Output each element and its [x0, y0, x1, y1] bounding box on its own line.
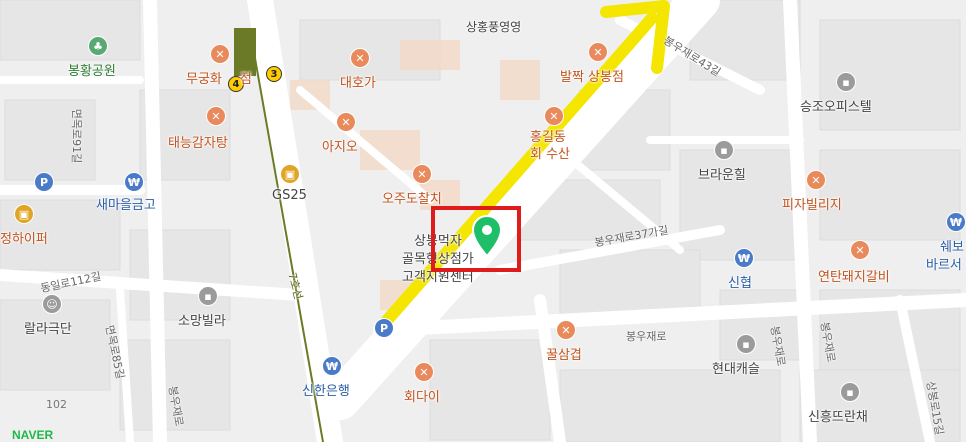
poi-swebo-2[interactable]: 바르서 [926, 254, 962, 273]
restaurant-icon[interactable]: ✕ [544, 106, 564, 126]
bank-icon[interactable]: ₩ [946, 212, 966, 232]
poi-ajio[interactable]: 아지오 [322, 136, 358, 155]
poi-hyundai[interactable]: 현대캐슬 [712, 358, 760, 377]
poi-swebo-1[interactable]: 쉐보 [940, 236, 964, 255]
poi-bonghwang-park[interactable]: 봉황공원 [68, 60, 116, 79]
restaurant-icon[interactable]: ✕ [210, 44, 230, 64]
restaurant-icon[interactable]: ✕ [350, 48, 370, 68]
poi-taeneung[interactable]: 태능감자탕 [168, 132, 228, 151]
poi-jeonghaipeo[interactable]: 정하이퍼 [0, 228, 48, 247]
park-icon[interactable]: ♣ [88, 36, 108, 56]
location-pin-icon[interactable] [471, 214, 503, 261]
scale-number: 102 [46, 398, 67, 411]
poi-yeontan[interactable]: 연탄돼지갈비 [818, 266, 890, 285]
naver-logo: NAVER [12, 428, 54, 442]
bank-icon[interactable]: ₩ [734, 248, 754, 268]
building-icon[interactable]: ▪ [736, 334, 756, 354]
poi-balljjak[interactable]: 발짝 상봉점 [560, 66, 624, 85]
poi-brownhill[interactable]: 브라운힐 [698, 164, 746, 183]
bank-icon[interactable]: ₩ [124, 172, 144, 192]
restaurant-icon[interactable]: ✕ [806, 170, 826, 190]
building-icon[interactable]: ▪ [840, 382, 860, 402]
poi-shinhan[interactable]: 신한은행 [302, 380, 350, 399]
poi-sanghong-top[interactable]: 상홍풍영영 [466, 18, 521, 35]
building-icon[interactable]: ▪ [836, 72, 856, 92]
poi-hoedai[interactable]: 회다이 [404, 386, 440, 405]
poi-pizzavillage[interactable]: 피자빌리지 [782, 194, 842, 213]
poi-mugung[interactable]: 무궁화 점 [186, 68, 252, 87]
convenience-store-icon[interactable]: ▣ [280, 164, 300, 184]
poi-seungjo[interactable]: 승조오피스텔 [800, 96, 872, 115]
restaurant-icon[interactable]: ✕ [414, 362, 434, 382]
poi-shinhyeop[interactable]: 신협 [728, 272, 752, 291]
poi-ojudo[interactable]: 오주도찰치 [382, 188, 442, 207]
theater-icon[interactable]: ☺ [42, 294, 62, 314]
subway-badge-3[interactable]: 3 [266, 66, 282, 82]
building-icon[interactable]: ▪ [714, 140, 734, 160]
street-myeonmok91: 면목로91길 [70, 108, 84, 164]
restaurant-icon[interactable]: ✕ [336, 112, 356, 132]
restaurant-icon[interactable]: ✕ [556, 320, 576, 340]
bank-icon[interactable]: ₩ [322, 356, 342, 376]
restaurant-icon[interactable]: ✕ [850, 240, 870, 260]
building-icon[interactable]: ▪ [198, 286, 218, 306]
poi-kkulsamgyeop[interactable]: 꿀삼겹 [546, 344, 582, 363]
restaurant-icon[interactable]: ✕ [588, 42, 608, 62]
mart-icon[interactable]: ▣ [14, 204, 34, 224]
poi-saemaeul[interactable]: 새마을금고 [96, 194, 156, 213]
poi-somang[interactable]: 소망빌라 [178, 310, 226, 329]
map-canvas[interactable]: 4 3 7호선 P P ♣ 봉황공원 ✕ 무궁화 점 ✕ 태능감자탕 ▣ GS25… [0, 0, 966, 442]
poi-honggildong-2[interactable]: 회 수산 [530, 143, 570, 162]
poi-gs25[interactable]: GS25 [272, 188, 307, 203]
parking-icon[interactable]: P [34, 172, 54, 192]
parking-icon[interactable]: P [374, 318, 394, 338]
street-bongu: 봉우재로 [626, 330, 667, 343]
poi-rallagukdan[interactable]: 랄라극단 [24, 318, 72, 337]
restaurant-icon[interactable]: ✕ [206, 106, 226, 126]
poi-sinheung[interactable]: 신흥뜨란채 [808, 406, 868, 425]
restaurant-icon[interactable]: ✕ [412, 164, 432, 184]
poi-daehoga[interactable]: 대호가 [340, 72, 376, 91]
